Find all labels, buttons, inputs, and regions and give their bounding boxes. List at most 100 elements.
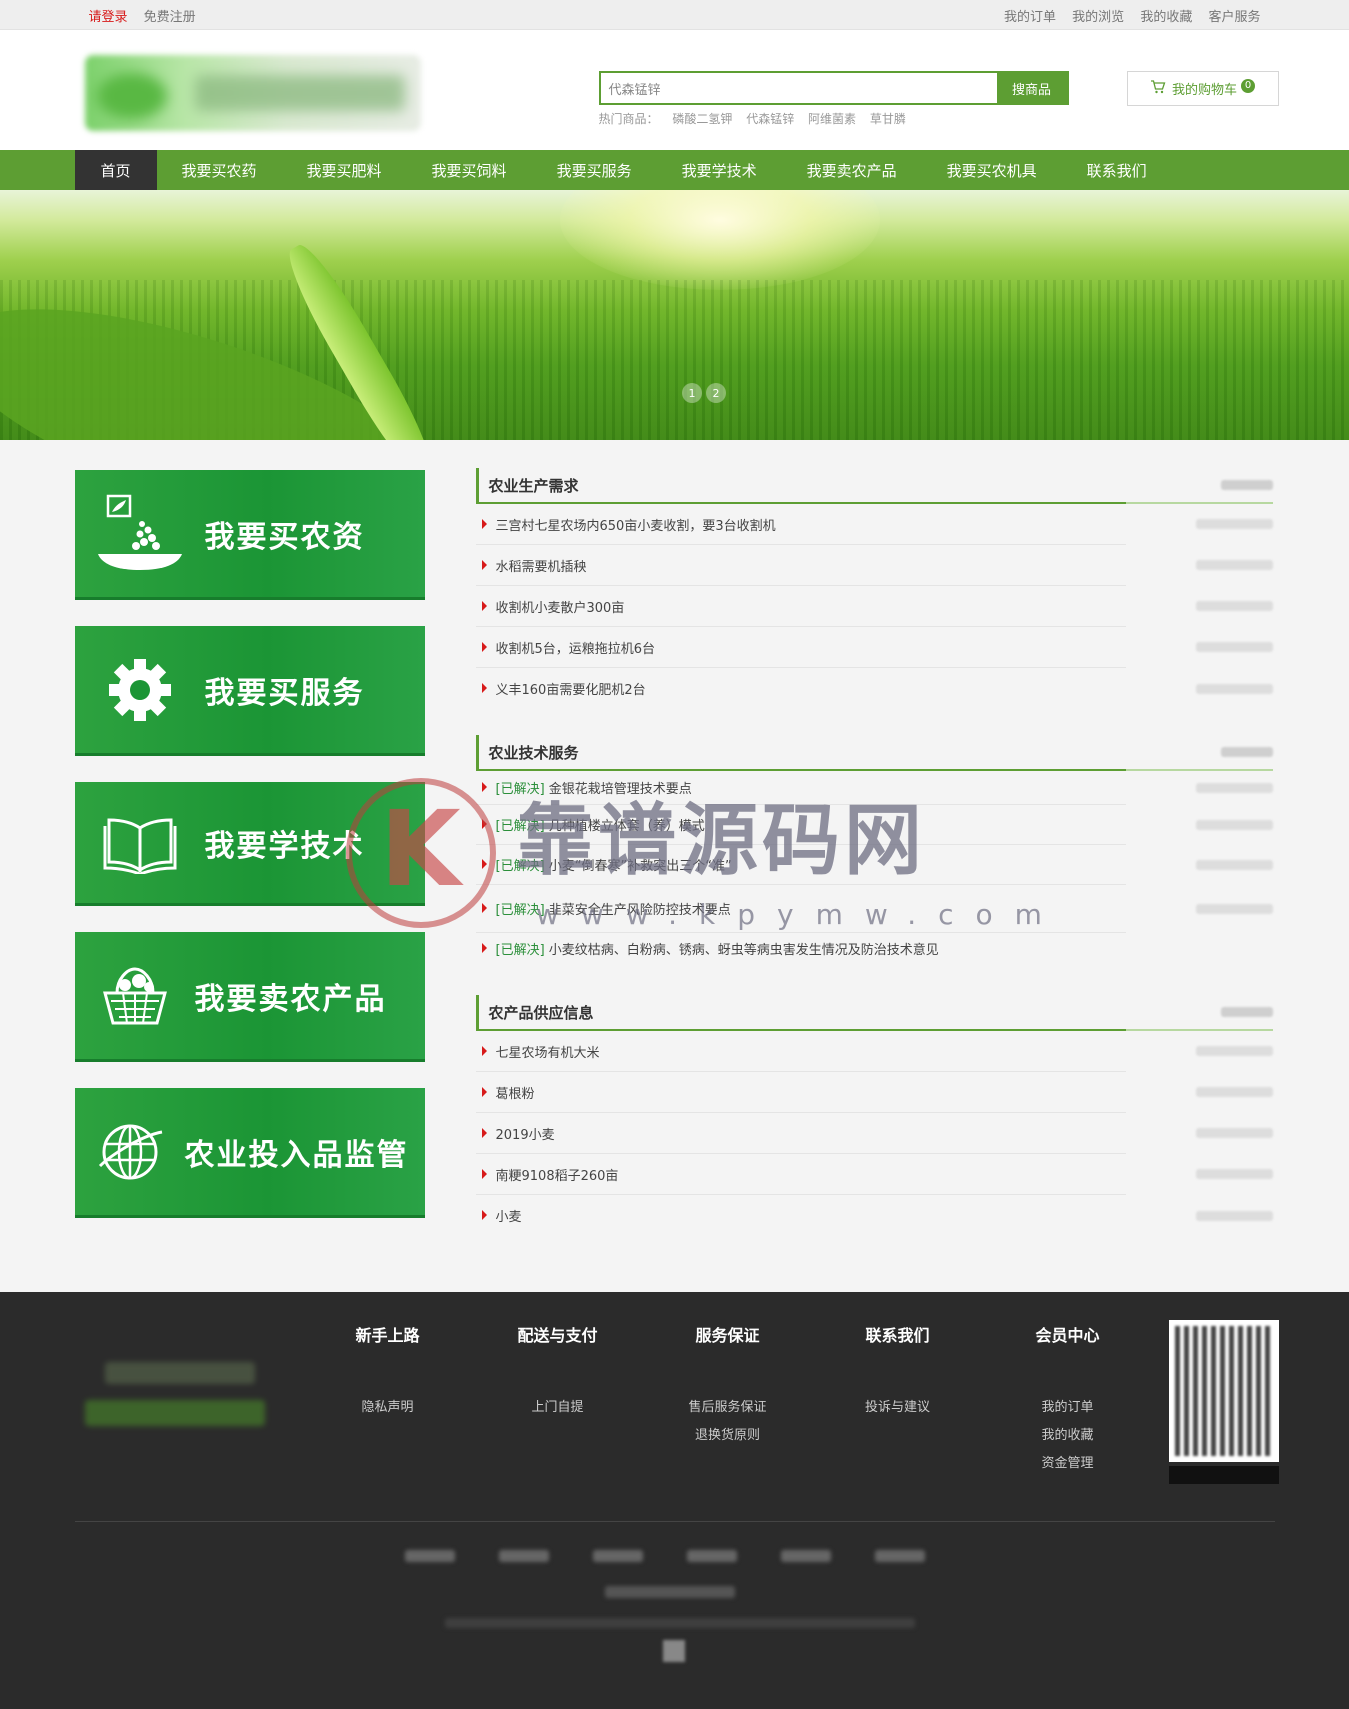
list-item[interactable]: 2019小麦 <box>475 1113 1273 1154</box>
nav-item-home[interactable]: 首页 <box>74 150 157 190</box>
hot-item[interactable]: 代森锰锌 <box>746 112 794 126</box>
nav-item-feed[interactable]: 我要买饲料 <box>407 150 532 190</box>
list-item-title[interactable]: 收割机5台，运粮拖拉机6台 <box>476 638 655 657</box>
list-item-text: 小麦“倒春寒”补救突出三个“准” <box>544 859 732 874</box>
list-item-text: 韭菜安全生产风险防控技术要点 <box>544 903 731 918</box>
list-item-title[interactable]: [已解决] 金银花栽培管理技术要点 <box>476 778 692 797</box>
more-link[interactable] <box>1220 480 1273 490</box>
my-favorites-link[interactable]: 我的收藏 <box>1140 10 1192 25</box>
banner-dot[interactable]: 2 <box>706 383 726 403</box>
footer-column-title: 会员中心 <box>1035 1326 1100 1345</box>
footer-link[interactable]: 售后服务保证 <box>668 1394 788 1422</box>
list-item-date <box>1195 819 1273 830</box>
hot-item[interactable]: 草甘膦 <box>870 112 906 126</box>
list-item-title[interactable]: 南粳9108稻子260亩 <box>476 1165 618 1184</box>
footer-link[interactable]: 隐私声明 <box>328 1394 448 1422</box>
list-item[interactable]: 收割机小麦散户300亩 <box>475 586 1273 627</box>
footer-link[interactable]: 我的收藏 <box>1008 1422 1128 1450</box>
hot-item[interactable]: 阿维菌素 <box>808 112 856 126</box>
list-item[interactable]: [已解决] 韭菜安全生产风险防控技术要点 <box>475 885 1273 933</box>
nav-item-machinery[interactable]: 我要买农机具 <box>922 150 1062 190</box>
list-item-title[interactable]: 三宫村七星农场内650亩小麦收割，要3台收割机 <box>476 515 776 534</box>
solved-tag: [已解决] <box>495 903 545 918</box>
list-item-date <box>1195 782 1273 793</box>
cart-button[interactable]: 我的购物车 0 <box>1126 71 1279 106</box>
globe-icon <box>75 1112 185 1192</box>
list-item-date <box>1195 642 1273 652</box>
list-item-text: 几种植楼立体套（养）模式 <box>544 819 705 834</box>
cart-icon <box>1150 79 1166 98</box>
list-item-date <box>1195 560 1273 570</box>
nav-item-contact[interactable]: 联系我们 <box>1062 150 1172 190</box>
cart-count-badge: 0 <box>1241 78 1255 93</box>
nav-item-service[interactable]: 我要买服务 <box>532 150 657 190</box>
customer-service-link[interactable]: 客户服务 <box>1208 10 1260 25</box>
footer-link[interactable]: 我的订单 <box>1008 1394 1128 1422</box>
list-item[interactable]: 七星农场有机大米 <box>475 1031 1273 1072</box>
list-item-title[interactable]: 葛根粉 <box>476 1083 535 1102</box>
more-link[interactable] <box>1220 1007 1273 1017</box>
list-item[interactable]: 三宫村七星农场内650亩小麦收割，要3台收割机 <box>475 504 1273 545</box>
list-item-title[interactable]: 小麦 <box>476 1206 522 1225</box>
list-item-title[interactable]: [已解决] 几种植楼立体套（养）模式 <box>476 815 705 834</box>
qr-code <box>1168 1320 1279 1490</box>
search-input[interactable]: 代森锰锌 <box>600 73 997 103</box>
section-demand: 农业生产需求 三宫村七星农场内650亩小麦收割，要3台收割机 水稻需要机插秧 收… <box>475 468 1273 709</box>
my-history-link[interactable]: 我的浏览 <box>1072 10 1124 25</box>
hero-banner[interactable]: 1 2 <box>0 190 1349 440</box>
footer-link[interactable]: 资金管理 <box>1008 1450 1128 1478</box>
top-bar-left: 请登录 免费注册 <box>89 6 208 25</box>
tile-label: 我要买服务 <box>204 675 365 711</box>
nav-item-tech[interactable]: 我要学技术 <box>657 150 782 190</box>
footer: 新手上路 隐私声明 配送与支付 上门自提 服务保证 售后服务保证 退换货原则 联… <box>0 1292 1349 1709</box>
list-item-title[interactable]: 七星农场有机大米 <box>476 1042 600 1061</box>
hot-item[interactable]: 磷酸二氢钾 <box>672 112 732 126</box>
search-button[interactable]: 搜商品 <box>996 73 1067 103</box>
list-item[interactable]: 小麦 <box>476 1195 1273 1236</box>
my-orders-link[interactable]: 我的订单 <box>1004 10 1056 25</box>
basket-icon <box>75 956 195 1036</box>
tile-sell-products[interactable]: 我要卖农产品 <box>74 932 425 1062</box>
list-item-title[interactable]: 义丰160亩需要化肥机2台 <box>476 679 646 698</box>
more-link[interactable] <box>1220 747 1273 757</box>
list-item[interactable]: 葛根粉 <box>475 1072 1273 1113</box>
nav-item-fertilizer[interactable]: 我要买肥料 <box>282 150 407 190</box>
tile-buy-supplies[interactable]: 我要买农资 <box>74 470 425 600</box>
list-item-title[interactable]: 水稻需要机插秧 <box>476 556 587 575</box>
login-link[interactable]: 请登录 <box>89 10 128 25</box>
list-item[interactable]: [已解决] 金银花栽培管理技术要点 <box>475 771 1273 805</box>
list-item-date <box>1195 683 1273 694</box>
footer-link[interactable]: 投诉与建议 <box>838 1394 958 1422</box>
tile-buy-service[interactable]: 我要买服务 <box>74 626 425 756</box>
banner-dot[interactable]: 1 <box>682 383 702 403</box>
register-link[interactable]: 免费注册 <box>144 10 196 25</box>
list-item-date <box>1195 1210 1273 1221</box>
footer-link[interactable]: 退换货原则 <box>668 1422 788 1450</box>
list-item[interactable]: [已解决] 小麦“倒春寒”补救突出三个“准” <box>475 845 1273 885</box>
list-item[interactable]: 水稻需要机插秧 <box>475 545 1273 586</box>
footer-link[interactable]: 上门自提 <box>498 1394 618 1422</box>
tile-input-supervision[interactable]: 农业投入品监管 <box>74 1088 425 1218</box>
list-item[interactable]: [已解决] 几种植楼立体套（养）模式 <box>475 805 1273 845</box>
list-item[interactable]: 南粳9108稻子260亩 <box>475 1154 1273 1195</box>
list-item[interactable]: 收割机5台，运粮拖拉机6台 <box>475 627 1273 668</box>
nav-item-pesticide[interactable]: 我要买农药 <box>157 150 282 190</box>
nav-item-sell[interactable]: 我要卖农产品 <box>782 150 922 190</box>
list-item-title[interactable]: [已解决] 小麦“倒春寒”补救突出三个“准” <box>476 855 732 874</box>
tile-learn-tech[interactable]: 我要学技术 <box>74 782 425 906</box>
list-item[interactable]: [已解决] 小麦纹枯病、白粉病、锈病、蚜虫等病虫害发生情况及防治技术意见 <box>476 933 1126 957</box>
section-header: 农业技术服务 <box>475 735 1273 769</box>
list-item-title[interactable]: [已解决] 小麦纹枯病、白粉病、锈病、蚜虫等病虫害发生情况及防治技术意见 <box>476 939 939 957</box>
footer-column-title: 配送与支付 <box>517 1326 598 1345</box>
copyright <box>444 1618 915 1628</box>
footer-column-title: 服务保证 <box>695 1326 760 1345</box>
banner-pagination: 1 2 <box>682 383 726 403</box>
book-icon <box>75 803 205 883</box>
footer-badge-icon <box>662 1640 685 1662</box>
list-item[interactable]: 义丰160亩需要化肥机2台 <box>476 668 1273 709</box>
site-logo[interactable] <box>84 55 421 131</box>
list-item-title[interactable]: 收割机小麦散户300亩 <box>476 597 624 616</box>
list-item-title[interactable]: [已解决] 韭菜安全生产风险防控技术要点 <box>476 899 731 918</box>
section-title: 农业生产需求 <box>488 476 579 495</box>
list-item-title[interactable]: 2019小麦 <box>476 1124 555 1143</box>
